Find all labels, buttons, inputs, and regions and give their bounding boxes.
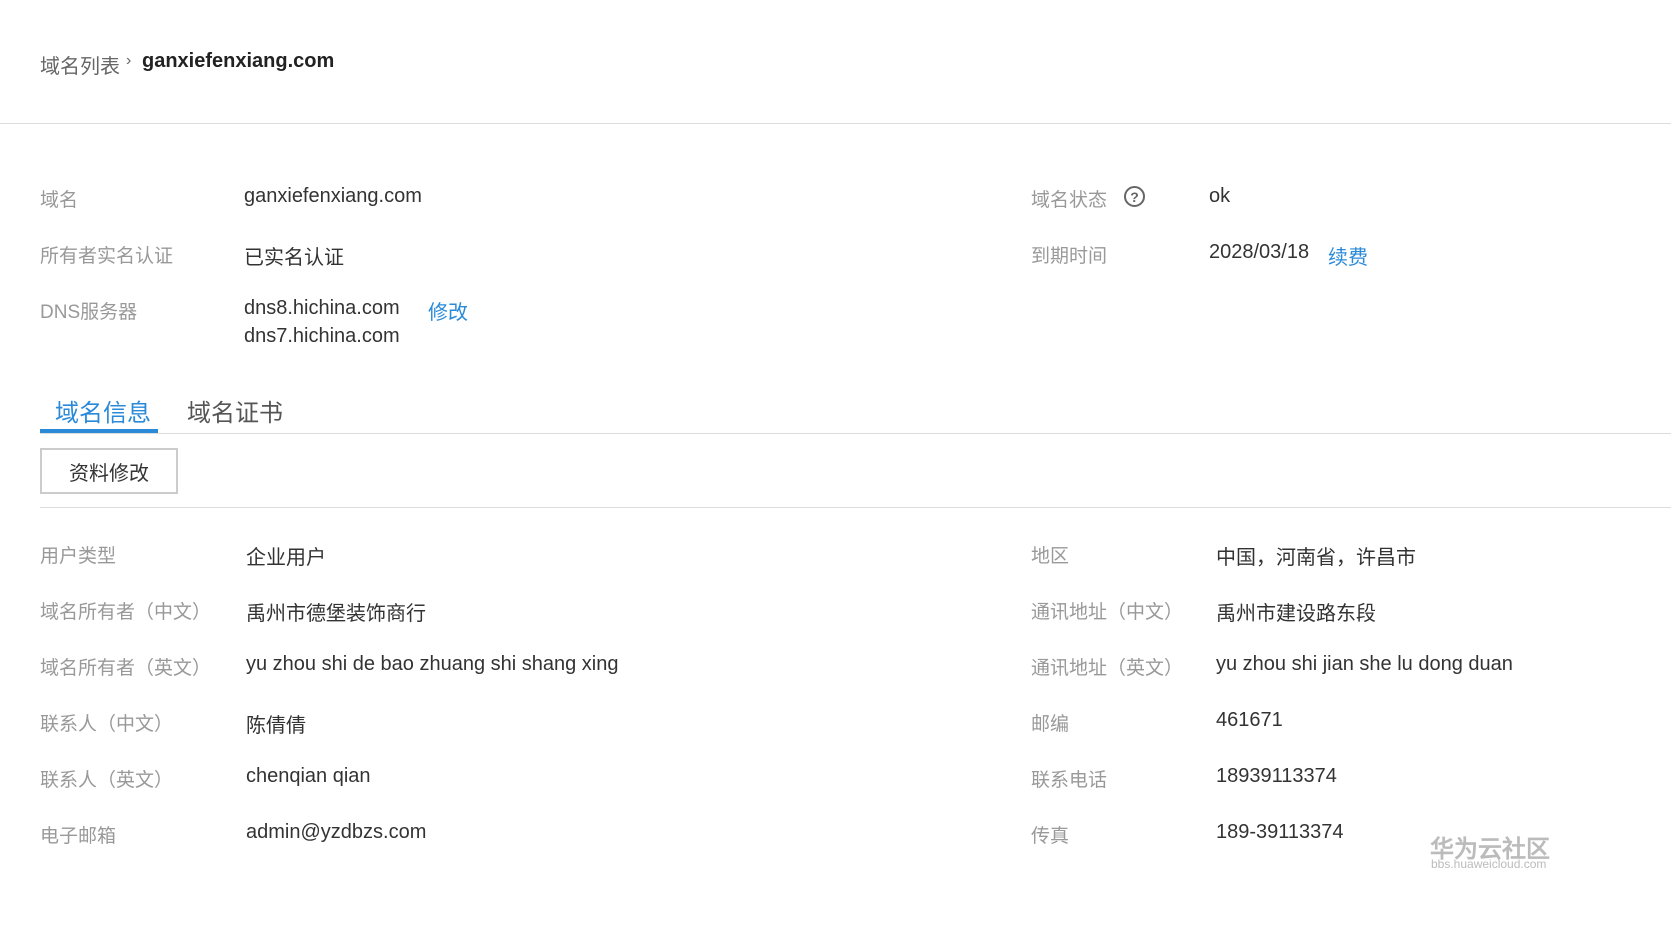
watermark-url: bbs.huaweicloud.com	[1431, 857, 1547, 871]
question-circle-icon[interactable]: ?	[1124, 186, 1145, 207]
postcode-label: 邮编	[1031, 714, 1070, 735]
owner-en-value: yu zhou shi de bao zhuang shi shang xing	[246, 653, 619, 675]
domain-label: 域名	[40, 190, 79, 211]
contact-en-value: chenqian qian	[246, 765, 371, 787]
address-en-value: yu zhou shi jian she lu dong duan	[1216, 653, 1513, 675]
header-divider	[0, 123, 1671, 124]
tab-domain-certificate[interactable]: 域名证书	[187, 393, 283, 428]
region-label: 地区	[1031, 546, 1070, 567]
expire-value: 2028/03/18	[1209, 241, 1310, 263]
region-value: 中国，河南省，许昌市	[1216, 547, 1416, 569]
email-value: admin@yzdbzs.com	[246, 821, 427, 843]
edit-info-button[interactable]: 资料修改	[40, 448, 178, 494]
breadcrumb-current: ganxiefenxiang.com	[142, 50, 335, 72]
contact-en-label: 联系人（英文）	[40, 770, 174, 791]
user-type-value: 企业用户	[246, 547, 326, 569]
breadcrumb-domain-list-link[interactable]: 域名列表	[40, 50, 120, 79]
dns-label: DNS服务器	[40, 302, 138, 323]
owner-auth-value: 已实名认证	[244, 247, 344, 269]
owner-en-label: 域名所有者（英文）	[40, 658, 212, 679]
breadcrumb-separator-icon: ›	[126, 52, 132, 69]
expire-label: 到期时间	[1031, 246, 1108, 267]
address-en-label: 通讯地址（英文）	[1031, 658, 1184, 679]
fax-label: 传真	[1031, 826, 1070, 847]
postcode-value: 461671	[1216, 709, 1283, 731]
dns-server-2: dns7.hichina.com	[244, 325, 400, 347]
phone-label: 联系电话	[1031, 770, 1108, 791]
info-divider	[40, 507, 1671, 508]
dns-modify-link[interactable]: 修改	[428, 296, 468, 325]
phone-value: 18939113374	[1216, 765, 1337, 787]
domain-status-label: 域名状态	[1031, 190, 1108, 211]
address-cn-label: 通讯地址（中文）	[1031, 602, 1184, 623]
tab-domain-info[interactable]: 域名信息	[55, 393, 151, 428]
email-label: 电子邮箱	[40, 826, 117, 847]
dns-server-1: dns8.hichina.com	[244, 297, 400, 319]
domain-value: ganxiefenxiang.com	[244, 185, 422, 207]
fax-value: 189-39113374	[1216, 821, 1344, 843]
domain-status-value: ok	[1209, 185, 1231, 207]
owner-cn-label: 域名所有者（中文）	[40, 602, 212, 623]
contact-cn-label: 联系人（中文）	[40, 714, 174, 735]
owner-auth-label: 所有者实名认证	[40, 246, 174, 267]
contact-cn-value: 陈倩倩	[246, 715, 306, 737]
renew-link[interactable]: 续费	[1328, 241, 1368, 270]
address-cn-value: 禹州市建设路东段	[1216, 603, 1376, 625]
owner-cn-value: 禹州市德堡装饰商行	[246, 603, 426, 625]
tab-divider	[40, 433, 1671, 434]
user-type-label: 用户类型	[40, 546, 117, 567]
